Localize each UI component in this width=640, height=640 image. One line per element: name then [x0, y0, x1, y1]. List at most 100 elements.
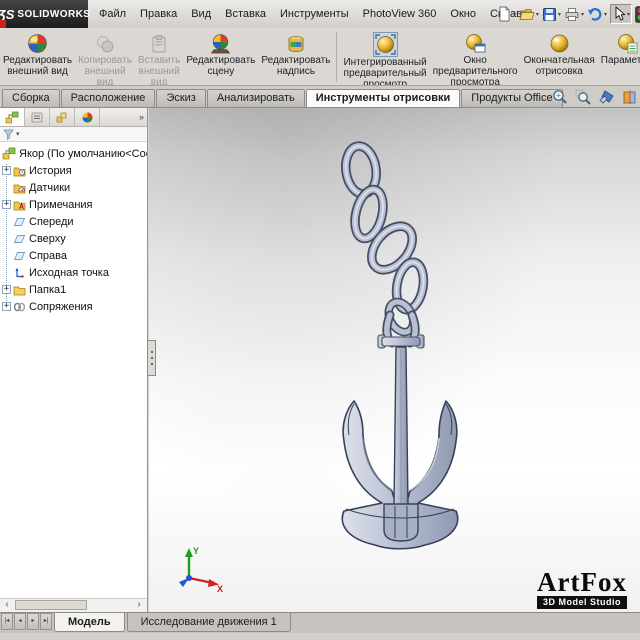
menu-tools[interactable]: Инструменты — [273, 0, 356, 28]
open-button[interactable]: ▾ — [519, 7, 539, 22]
tree-item-history[interactable]: + История — [0, 162, 147, 179]
print-button[interactable]: ▾ — [564, 7, 584, 22]
tab-motion-study[interactable]: Исследование движения 1 — [126, 613, 291, 632]
menu-edit[interactable]: Правка — [133, 0, 184, 28]
graphics-viewport[interactable]: Y X ArtFox 3D Model Studio — [149, 108, 640, 612]
tree-item-mates[interactable]: + Сопряжения — [0, 298, 147, 315]
command-manager-tabs: Сборка Расположение Эскиз Анализировать … — [0, 86, 640, 108]
rebuild-traffic-light-icon[interactable] — [635, 5, 640, 23]
menu-view[interactable]: Вид — [184, 0, 218, 28]
panel-splitter-handle[interactable] — [147, 340, 156, 376]
solidworks-logo: ƷS SOLIDWORKS — [0, 0, 91, 28]
select-cursor-button[interactable]: ▾ — [609, 4, 632, 24]
chevron-down-icon[interactable]: ▾ — [558, 11, 561, 18]
orientation-triad: Y X — [179, 546, 223, 594]
expand-plus-icon[interactable]: + — [2, 285, 11, 294]
copy-appearance-button[interactable]: Копировать внешний вид — [75, 31, 135, 86]
expand-plus-icon[interactable]: + — [2, 302, 11, 311]
edit-decal-button[interactable]: Редактировать надпись — [258, 31, 333, 78]
previous-view-flashlight-icon[interactable] — [598, 89, 615, 105]
tree-item-top-plane[interactable]: Сверху — [0, 230, 147, 247]
ribbon-separator — [336, 32, 338, 82]
edit-appearance-button[interactable]: Редактировать внешний вид — [0, 31, 75, 78]
menu-window[interactable]: Окно — [443, 0, 483, 28]
quick-access-toolbar: ▾ ▾ ▾ ▾ ▾ ▾ — [494, 0, 640, 28]
tab-model[interactable]: Модель — [54, 613, 125, 632]
tree-item-right-plane[interactable]: Справа — [0, 247, 147, 264]
tree-item-front-plane[interactable]: Спереди — [0, 213, 147, 230]
menu-photoview360[interactable]: PhotoView 360 — [356, 0, 444, 28]
tab-render-tools[interactable]: Инструменты отрисовки — [305, 89, 461, 107]
anchor-crown-block — [383, 503, 419, 542]
integrated-preview-button[interactable]: Интегрированный предварительный просмотр — [340, 31, 429, 85]
menu-file[interactable]: Файл — [92, 0, 133, 28]
filter-dropdown-arrow[interactable]: ▾ — [16, 130, 20, 138]
tree-item-annotations[interactable]: + Примечания — [0, 196, 147, 213]
feature-manager-panel: » ▾ Якор (По умолчанию<Состоя + История — [0, 108, 148, 612]
scroll-thumb[interactable] — [15, 600, 87, 610]
tab-sketch[interactable]: Эскиз — [156, 89, 206, 107]
button-label: предварительный — [343, 68, 427, 79]
scroll-right-arrow[interactable]: › — [133, 599, 145, 611]
tab-displaymanager[interactable] — [75, 108, 100, 126]
solidworks-logo-text: SOLIDWORKS — [17, 8, 91, 20]
appearance-ball-icon — [27, 32, 48, 55]
tab-nav-next[interactable]: ▸ — [27, 613, 39, 630]
preview-window-button[interactable]: Окно предварительного просмотра — [430, 31, 521, 85]
button-label: сцену — [207, 66, 235, 77]
tab-configurationmanager[interactable] — [50, 108, 75, 126]
chevron-down-icon[interactable]: ▾ — [604, 11, 607, 18]
chevron-down-icon[interactable]: ▾ — [627, 11, 630, 18]
chevron-down-icon[interactable]: ▾ — [581, 11, 584, 18]
tab-nav-last[interactable]: ▸| — [40, 613, 52, 630]
panel-overflow-chevron[interactable]: » — [136, 108, 147, 126]
plane-icon — [13, 250, 26, 262]
chain-links — [341, 141, 429, 337]
root-label: Якор (По умолчанию<Состоя — [19, 147, 147, 160]
button-label: отрисовка — [535, 66, 583, 77]
anchor-3d-model: Y X — [179, 141, 459, 594]
tab-nav-prev[interactable]: ◂ — [14, 613, 26, 630]
undo-button[interactable]: ▾ — [587, 7, 607, 22]
tree-item-folder1[interactable]: + Папка1 — [0, 281, 147, 298]
tab-evaluate[interactable]: Анализировать — [206, 89, 305, 107]
tree-item-label: Датчики — [29, 181, 71, 194]
logo-red-accent — [0, 20, 6, 28]
feature-tree: Якор (По умолчанию<Состоя + История Датч… — [0, 142, 147, 315]
section-view-icon[interactable] — [622, 89, 637, 105]
tree-item-sensors[interactable]: Датчики — [0, 179, 147, 196]
tree-item-label: Папка1 — [29, 283, 67, 296]
final-render-button[interactable]: Окончательная отрисовка — [521, 31, 598, 78]
panel-horizontal-scrollbar[interactable]: ‹ › — [0, 598, 147, 612]
new-document-button[interactable]: ▾ — [497, 6, 516, 22]
button-label: надпись — [276, 66, 315, 77]
tab-layout[interactable]: Расположение — [60, 89, 156, 107]
render-options-button[interactable]: Параметры — [598, 31, 640, 67]
expand-plus-icon[interactable]: + — [2, 200, 11, 209]
tab-nav-first[interactable]: |◂ — [1, 613, 13, 630]
expand-plus-icon[interactable]: + — [2, 166, 11, 175]
button-label: Окно — [463, 55, 487, 66]
button-label: вид — [96, 77, 114, 86]
paste-appearance-button[interactable]: Вставить внешний вид — [135, 31, 183, 85]
copy-appearance-icon — [95, 32, 115, 55]
tab-featuremanager-tree[interactable] — [0, 108, 25, 126]
tab-assembly[interactable]: Сборка — [2, 89, 60, 107]
tree-filter-row[interactable]: ▾ — [0, 127, 147, 142]
chevron-down-icon[interactable]: ▾ — [536, 11, 539, 18]
chevron-down-icon[interactable]: ▾ — [513, 11, 516, 18]
tree-item-origin[interactable]: Исходная точка — [0, 264, 147, 281]
tab-propertymanager[interactable] — [25, 108, 50, 126]
tab-office-products[interactable]: Продукты Office — [461, 89, 563, 107]
tree-root-assembly[interactable]: Якор (По умолчанию<Состоя — [0, 145, 147, 162]
button-label: внешний вид — [7, 66, 68, 77]
zoom-to-area-icon[interactable] — [575, 89, 591, 105]
button-label: Вставить — [137, 55, 181, 66]
scroll-left-arrow[interactable]: ‹ — [1, 599, 13, 611]
menu-insert[interactable]: Вставка — [218, 0, 273, 28]
zoom-to-fit-icon[interactable] — [552, 89, 568, 105]
save-button[interactable]: ▾ — [542, 7, 561, 22]
button-label: Редактировать — [261, 55, 331, 66]
edit-scene-button[interactable]: Редактировать сцену — [183, 31, 258, 78]
paste-appearance-icon — [150, 32, 168, 55]
